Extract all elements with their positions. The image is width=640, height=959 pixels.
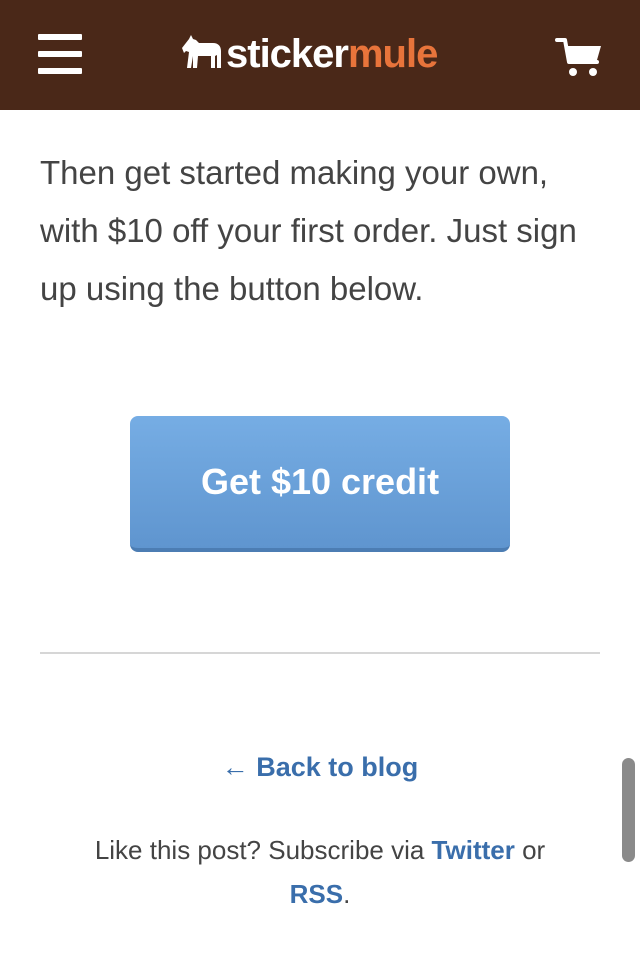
top-header: sticker mule	[0, 0, 640, 110]
section-divider	[40, 652, 600, 654]
twitter-link[interactable]: Twitter	[432, 835, 515, 865]
cart-glyph	[555, 38, 601, 76]
stickermule-logo[interactable]: sticker mule	[180, 30, 438, 78]
logo-text-sticker: sticker	[226, 31, 349, 76]
logo-text-mule: mule	[347, 31, 438, 76]
subscribe-period: .	[343, 879, 351, 909]
subscribe-or: or	[514, 835, 546, 865]
scrollbar[interactable]	[622, 758, 635, 862]
post-paragraph: Then get started making your own, with $…	[40, 154, 577, 307]
subscribe-prefix: Like this post? Subscribe via	[94, 835, 432, 865]
hamburger-menu-icon[interactable]	[38, 34, 82, 74]
back-to-blog-link[interactable]: ← Back to blog	[0, 752, 640, 783]
rss-link[interactable]: RSS	[290, 879, 343, 909]
subscribe-text: Like this post? Subscribe via Twitter or…	[40, 828, 600, 916]
get-credit-button[interactable]: Get $10 credit	[130, 416, 510, 552]
mule-icon	[182, 35, 221, 68]
shopping-cart-icon[interactable]	[555, 36, 605, 78]
